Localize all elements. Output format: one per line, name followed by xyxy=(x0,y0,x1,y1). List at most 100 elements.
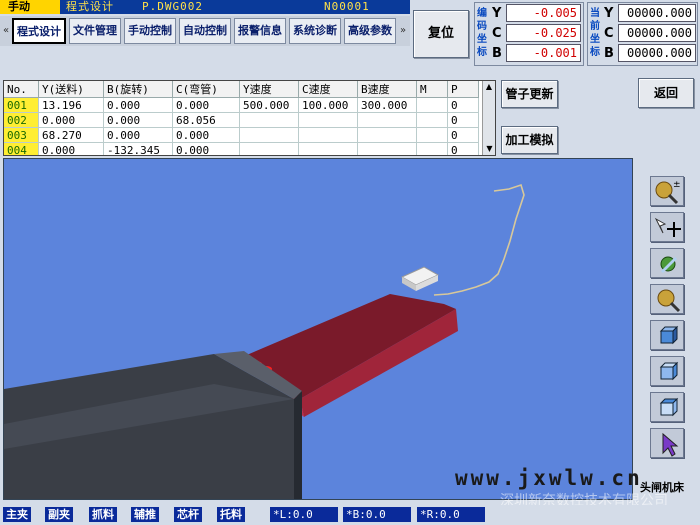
tab-manual-control[interactable]: 手动控制 xyxy=(124,18,176,44)
simulate-button[interactable]: 加工模拟 xyxy=(501,126,558,154)
tab-program-design[interactable]: 程式设计 xyxy=(12,18,66,44)
reset-button[interactable]: 复位 xyxy=(413,10,469,58)
cell-y-speed[interactable] xyxy=(239,112,299,128)
cell-b[interactable]: -132.345 xyxy=(103,142,173,155)
scroll-down-arrow-icon[interactable]: ▼ xyxy=(483,143,496,155)
cell-y[interactable]: 0.000 xyxy=(38,112,104,128)
table-row[interactable]: 002 0.000 0.000 68.056 0 xyxy=(4,112,479,128)
magnify-tool-button[interactable] xyxy=(650,284,684,314)
status-l-value: *L:0.0 xyxy=(270,507,338,522)
status-assist-push: 辅推 xyxy=(131,507,159,522)
program-coords-label-2: 码 xyxy=(477,21,487,32)
status-main-clamp: 主夹 xyxy=(3,507,31,522)
select-tool-button[interactable] xyxy=(650,428,684,458)
program-value-c: -0.025 xyxy=(506,24,581,42)
tab-file-manage[interactable]: 文件管理 xyxy=(69,18,121,44)
rotate-tool-button[interactable] xyxy=(650,248,684,278)
cell-m[interactable] xyxy=(416,127,448,143)
col-header-m: M xyxy=(416,81,448,98)
cell-m[interactable] xyxy=(416,112,448,128)
program-axis-y: Y xyxy=(492,6,502,21)
cell-b-speed[interactable] xyxy=(357,142,417,155)
3d-viewport[interactable] xyxy=(3,158,633,500)
current-coords-label-3: 坐 xyxy=(590,34,600,45)
cell-c[interactable]: 0.000 xyxy=(172,127,240,143)
cell-no: 004 xyxy=(4,142,39,155)
zoom-tool-button[interactable]: ± xyxy=(650,176,684,206)
move-tool-button[interactable] xyxy=(650,212,684,242)
cell-p[interactable]: 0 xyxy=(447,97,479,113)
program-coords-label-1: 编 xyxy=(477,8,487,19)
col-header-y-speed: Y速度 xyxy=(239,81,299,98)
cell-y[interactable]: 68.270 xyxy=(38,127,104,143)
update-tube-button[interactable]: 管子更新 xyxy=(501,80,558,108)
cell-c[interactable]: 68.056 xyxy=(172,112,240,128)
cell-c-speed[interactable] xyxy=(298,142,358,155)
program-axis-c: C xyxy=(492,26,502,41)
cell-b-speed[interactable] xyxy=(357,112,417,128)
cell-b-speed[interactable] xyxy=(357,127,417,143)
page-title: 程式设计 xyxy=(66,0,114,13)
cell-b[interactable]: 0.000 xyxy=(103,97,173,113)
status-r-value: *R:0.0 xyxy=(417,507,485,522)
cell-no: 001 xyxy=(4,97,39,113)
col-header-p: P xyxy=(447,81,479,98)
zoom-icon: ± xyxy=(655,180,681,205)
cell-y-speed[interactable] xyxy=(239,142,299,155)
watermark-tag: 头闸机床 xyxy=(640,481,684,494)
current-value-b: 00000.000 xyxy=(618,44,696,62)
scroll-left-button[interactable]: « xyxy=(1,20,11,42)
side-view-button[interactable] xyxy=(650,356,684,386)
back-button[interactable]: 返回 xyxy=(638,78,694,108)
cell-p[interactable]: 0 xyxy=(447,112,479,128)
col-header-no: No. xyxy=(4,81,39,98)
tab-alarm-info[interactable]: 报警信息 xyxy=(234,18,286,44)
tab-advanced-params[interactable]: 高级参数 xyxy=(344,18,396,44)
cell-y[interactable]: 0.000 xyxy=(38,142,104,155)
tab-auto-control[interactable]: 自动控制 xyxy=(179,18,231,44)
cell-p[interactable]: 0 xyxy=(447,142,479,155)
top-view-button[interactable] xyxy=(650,392,684,422)
cell-c-speed[interactable] xyxy=(298,112,358,128)
cell-no: 002 xyxy=(4,112,39,128)
scroll-up-arrow-icon[interactable]: ▲ xyxy=(483,81,495,93)
program-name: P.DWG002 xyxy=(142,0,203,13)
cell-y-speed[interactable]: 500.000 xyxy=(239,97,299,113)
table-row[interactable]: 003 68.270 0.000 0.000 0 xyxy=(4,127,479,143)
table-row[interactable]: 004 0.000 -132.345 0.000 0 xyxy=(4,142,479,155)
cell-b[interactable]: 0.000 xyxy=(103,112,173,128)
cell-c-speed[interactable] xyxy=(298,127,358,143)
table-row[interactable]: 001 13.196 0.000 0.000 500.000 100.000 3… xyxy=(4,97,479,113)
scroll-right-button[interactable]: » xyxy=(398,20,408,42)
program-value-b: -0.001 xyxy=(506,44,581,62)
cell-y[interactable]: 13.196 xyxy=(38,97,104,113)
current-value-c: 00000.000 xyxy=(618,24,696,42)
magnify-icon xyxy=(657,289,681,313)
cell-m[interactable] xyxy=(416,142,448,155)
current-value-y: 00000.000 xyxy=(618,4,696,22)
cell-c-speed[interactable]: 100.000 xyxy=(298,97,358,113)
table-scrollbar[interactable]: ▲ ▼ xyxy=(482,81,495,155)
current-axis-y: Y xyxy=(604,6,614,21)
cell-b[interactable]: 0.000 xyxy=(103,127,173,143)
tube-path-line xyxy=(433,183,525,296)
cell-b-speed[interactable]: 300.000 xyxy=(357,97,417,113)
col-header-c: C(弯管) xyxy=(172,81,240,98)
cube-front-icon xyxy=(659,325,679,345)
cell-m[interactable] xyxy=(416,97,448,113)
status-grab: 抓料 xyxy=(89,507,117,522)
cell-c[interactable]: 0.000 xyxy=(172,142,240,155)
tab-system-diagnosis[interactable]: 系统诊断 xyxy=(289,18,341,44)
front-view-button[interactable] xyxy=(650,320,684,350)
status-support: 托料 xyxy=(217,507,245,522)
program-table[interactable]: No. Y(送料) B(旋转) C(弯管) Y速度 C速度 B速度 M P 00… xyxy=(3,80,496,156)
cell-p[interactable]: 0 xyxy=(447,127,479,143)
mode-indicator: 手动 xyxy=(0,0,60,14)
program-value-y: -0.005 xyxy=(506,4,581,22)
cell-c[interactable]: 0.000 xyxy=(172,97,240,113)
pointer-icon xyxy=(662,432,679,457)
move-icon xyxy=(654,217,681,237)
cell-y-speed[interactable] xyxy=(239,127,299,143)
program-coords-label-4: 标 xyxy=(477,47,487,58)
cube-side-icon xyxy=(659,361,679,381)
